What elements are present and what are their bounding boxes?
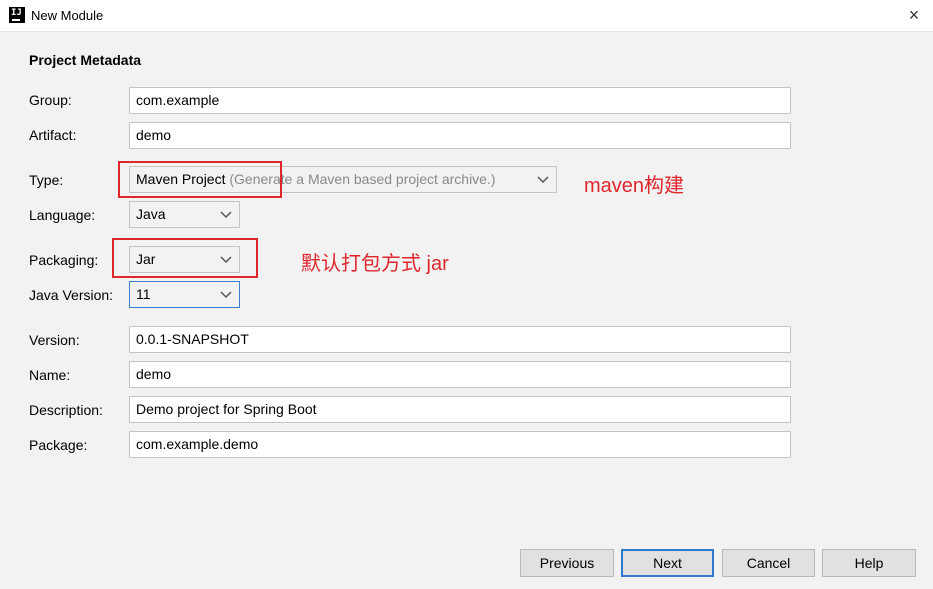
chevron-down-icon: [220, 291, 232, 299]
packaging-highlight-box: [112, 238, 258, 278]
group-input[interactable]: com.example: [129, 87, 791, 114]
description-label: Description:: [29, 402, 103, 418]
chevron-down-icon: [220, 211, 232, 219]
type-annotation: maven构建: [584, 175, 685, 197]
java-version-label: Java Version:: [29, 287, 114, 303]
window-title: New Module: [31, 8, 104, 23]
java-version-select-value: 11: [136, 286, 151, 302]
description-input[interactable]: Demo project for Spring Boot: [129, 396, 791, 423]
version-input[interactable]: 0.0.1-SNAPSHOT: [129, 326, 791, 353]
name-input[interactable]: demo: [129, 361, 791, 388]
help-button[interactable]: Help: [822, 549, 916, 577]
language-select-value: Java: [136, 206, 166, 222]
packaging-annotation: 默认打包方式 jar: [301, 253, 449, 275]
name-label: Name:: [29, 367, 71, 383]
next-button[interactable]: Next: [621, 549, 714, 577]
section-title: Project Metadata: [29, 52, 142, 68]
previous-button[interactable]: Previous: [520, 549, 614, 577]
version-label: Version:: [29, 332, 80, 348]
language-label: Language:: [29, 207, 96, 223]
cancel-button[interactable]: Cancel: [722, 549, 815, 577]
intellij-app-icon: IJ: [9, 7, 25, 23]
java-version-select[interactable]: 11: [129, 281, 240, 308]
language-select[interactable]: Java: [129, 201, 240, 228]
type-label: Type:: [29, 172, 64, 188]
group-label: Group:: [29, 92, 72, 108]
package-input[interactable]: com.example.demo: [129, 431, 791, 458]
close-icon[interactable]: ×: [903, 4, 925, 26]
artifact-input[interactable]: demo: [129, 122, 791, 149]
type-highlight-box: [118, 161, 282, 198]
artifact-label: Artifact:: [29, 127, 77, 143]
package-label: Package:: [29, 437, 88, 453]
title-bar: IJ New Module ×: [0, 0, 933, 32]
chevron-down-icon: [537, 176, 549, 184]
packaging-label: Packaging:: [29, 252, 99, 268]
